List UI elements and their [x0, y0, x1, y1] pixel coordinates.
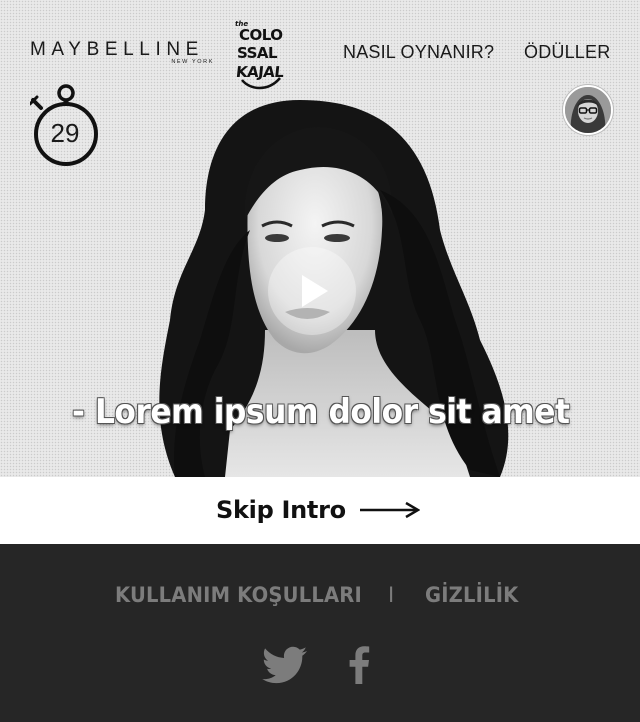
campaign-logo-line-2: COLO	[239, 26, 283, 44]
maybelline-logo[interactable]: MAYBELLINE NEW YORK	[30, 39, 216, 66]
skip-intro-label: Skip Intro	[216, 496, 346, 524]
avatar-portrait-image	[565, 87, 611, 133]
footer-separator: I	[388, 583, 395, 607]
video-caption: - Lorem ipsum dolor sit amet	[72, 392, 570, 432]
footer	[0, 544, 640, 722]
play-icon	[302, 275, 328, 307]
footer-privacy-link[interactable]: GİZLİLİK	[425, 583, 519, 607]
brand-name: MAYBELLINE	[30, 39, 204, 60]
timer-countdown: 29	[50, 118, 80, 148]
facebook-icon[interactable]	[348, 646, 370, 684]
nav-how-to-play[interactable]: NASIL OYNANIR?	[343, 42, 494, 63]
colossal-kajal-logo[interactable]: the COLO SSAL KAJAL	[232, 20, 290, 92]
twitter-icon[interactable]	[262, 646, 308, 686]
skip-intro-button[interactable]: Skip Intro	[216, 493, 420, 527]
nav-prizes[interactable]: ÖDÜLLER	[524, 42, 610, 63]
hero-section: MAYBELLINE NEW YORK the COLO SSAL KAJAL …	[0, 0, 640, 477]
footer-terms-link[interactable]: KULLANIM KOŞULLARI	[115, 583, 362, 607]
user-avatar[interactable]	[563, 85, 613, 135]
campaign-logo-line-4: KAJAL	[235, 63, 285, 81]
arrow-right-icon	[359, 501, 420, 519]
campaign-logo-line-3: SSAL	[237, 44, 278, 62]
play-button[interactable]	[268, 247, 356, 335]
